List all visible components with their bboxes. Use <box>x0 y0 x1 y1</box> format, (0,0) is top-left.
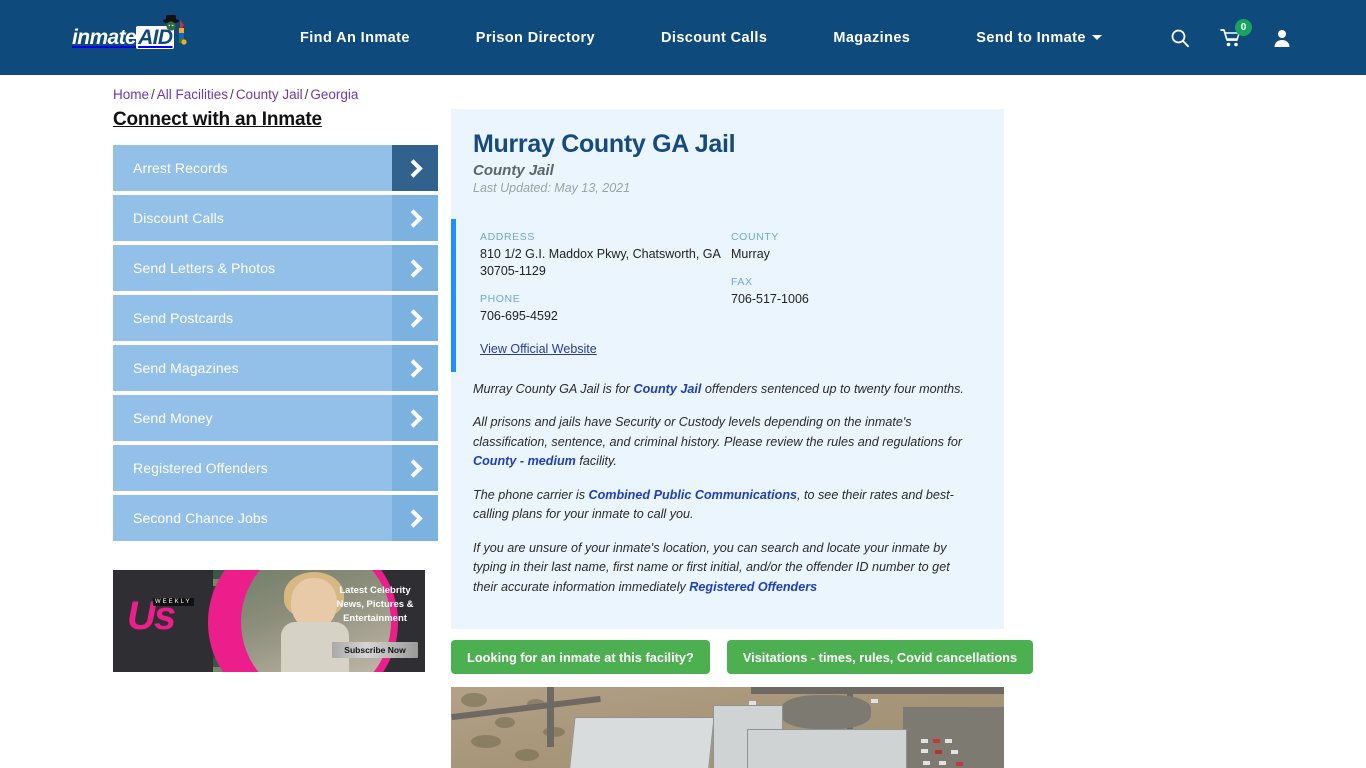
breadcrumb-separator-1: / <box>151 87 155 102</box>
desc-1-text-a: Murray County GA Jail is for <box>473 381 634 396</box>
breadcrumb-item-georgia[interactable]: Georgia <box>310 87 358 102</box>
sidebar-item-label: Arrest Records <box>133 160 228 176</box>
facility-details-block: ADDRESS 810 1/2 G.I. Maddox Pkwy, Chatsw… <box>451 219 1004 372</box>
sidebar-item-send-magazines[interactable]: Send Magazines <box>113 345 438 391</box>
sidebar-item-arrest-records[interactable]: Arrest Records <box>113 145 438 191</box>
user-account-icon[interactable] <box>1272 28 1292 48</box>
description-paragraph-4: If you are unsure of your inmate's locat… <box>473 539 974 598</box>
facility-aerial-photo <box>451 687 1004 768</box>
nav-item-prison-directory[interactable]: Prison Directory <box>443 29 628 47</box>
sidebar: Connect with an Inmate Arrest Records Di… <box>113 109 438 768</box>
sidebar-item-second-chance-jobs[interactable]: Second Chance Jobs <box>113 495 438 541</box>
nav-item-find-an-inmate[interactable]: Find An Inmate <box>267 29 443 47</box>
ad-headline: Latest Celebrity News, Pictures & Entert… <box>336 585 414 624</box>
chevron-right-icon <box>392 295 438 341</box>
nav-link-prison-directory[interactable]: Prison Directory <box>476 30 595 46</box>
facility-info-card: Murray County GA Jail County Jail Last U… <box>451 109 1004 630</box>
facility-details-right-column: COUNTY Murray FAX 706-517-1006 <box>731 231 982 358</box>
sidebar-item-label: Second Chance Jobs <box>133 510 268 526</box>
chevron-right-icon <box>392 345 438 391</box>
sidebar-item-registered-offenders[interactable]: Registered Offenders <box>113 445 438 491</box>
fax-value: 706-517-1006 <box>731 291 809 306</box>
breadcrumb: Home / All Facilities / County Jail / Georgia <box>0 75 1366 102</box>
shopping-cart-icon[interactable]: 0 <box>1220 18 1252 48</box>
desc-2-text-b: facility. <box>575 454 617 469</box>
desc-2-link-county-medium[interactable]: County - medium <box>473 454 576 468</box>
search-icon[interactable] <box>1170 28 1190 48</box>
sidebar-item-label: Registered Offenders <box>133 460 268 476</box>
nav-link-magazines[interactable]: Magazines <box>833 30 910 46</box>
desc-4-link-registered-offenders[interactable]: Registered Offenders <box>689 580 817 594</box>
cart-count-badge: 0 <box>1235 18 1252 36</box>
nav-link-discount-calls[interactable]: Discount Calls <box>661 30 767 46</box>
breadcrumb-item-county-jail[interactable]: County Jail <box>236 87 303 102</box>
chevron-right-icon <box>392 495 438 541</box>
sidebar-title: Connect with an Inmate <box>113 109 322 130</box>
cta-button-row: Looking for an inmate at this facility? … <box>451 640 1034 675</box>
nav-link-find-an-inmate[interactable]: Find An Inmate <box>300 30 410 46</box>
sidebar-item-discount-calls[interactable]: Discount Calls <box>113 195 438 241</box>
primary-nav-links: Find An Inmate Prison Directory Discount… <box>267 29 1170 47</box>
chevron-right-icon <box>392 445 438 491</box>
chevron-right-icon <box>392 245 438 291</box>
sidebar-item-send-postcards[interactable]: Send Postcards <box>113 295 438 341</box>
sidebar-item-label: Discount Calls <box>133 210 224 226</box>
page-body: Home / All Facilities / County Jail / Georgia … <box>0 75 1366 768</box>
page-title: Murray County GA Jail <box>473 130 736 158</box>
desc-1-link-county-jail[interactable]: County Jail <box>634 382 702 396</box>
chevron-right-icon <box>392 395 438 441</box>
sidebar-item-label: Send Postcards <box>133 310 234 326</box>
sidebar-item-label: Send Money <box>133 410 213 426</box>
visitations-button[interactable]: Visitations - times, rules, Covid cancel… <box>726 640 1034 675</box>
chevron-down-icon <box>1091 35 1102 41</box>
breadcrumb-item-home[interactable]: Home <box>113 87 149 102</box>
fax-group: FAX 706-517-1006 <box>731 276 982 308</box>
advertisement-banner[interactable]: Us WEEKLY Latest Celebrity News, Picture… <box>113 570 425 672</box>
facility-type: County Jail <box>473 162 554 179</box>
county-group: COUNTY Murray <box>731 231 982 263</box>
sidebar-item-label: Send Magazines <box>133 360 239 376</box>
address-value: 810 1/2 G.I. Maddox Pkwy, Chatsworth, GA… <box>480 247 721 278</box>
desc-3-link-phone-carrier[interactable]: Combined Public Communications <box>589 488 798 502</box>
looking-for-inmate-button[interactable]: Looking for an inmate at this facility? <box>451 640 710 675</box>
description-paragraph-3: The phone carrier is Combined Public Com… <box>473 486 974 525</box>
desc-2-text-a: All prisons and jails have Security or C… <box>473 415 963 449</box>
sidebar-item-send-letters-photos[interactable]: Send Letters & Photos <box>113 245 438 291</box>
sidebar-item-label: Send Letters & Photos <box>133 260 276 276</box>
nav-link-send-to-inmate[interactable]: Send to Inmate <box>976 30 1102 46</box>
nav-item-send-to-inmate[interactable]: Send to Inmate <box>943 29 1135 47</box>
fax-label: FAX <box>731 275 753 288</box>
facility-description: Murray County GA Jail is for County Jail… <box>451 372 1004 598</box>
nav-item-magazines[interactable]: Magazines <box>800 29 943 47</box>
phone-group: PHONE 706-695-4592 <box>480 293 731 325</box>
navbar-icon-group: 0 <box>1170 18 1366 48</box>
desc-1-text-b: offenders sentenced up to twenty four mo… <box>701 381 964 396</box>
county-value: Murray <box>731 247 770 261</box>
phone-value: 706-695-4592 <box>480 308 558 323</box>
breadcrumb-item-all-facilities[interactable]: All Facilities <box>157 87 228 102</box>
breadcrumb-separator-2: / <box>230 87 234 102</box>
chevron-right-icon <box>392 195 438 241</box>
top-navigation-bar: inmateAID Find An Inmate Prison Director… <box>0 0 1366 75</box>
ad-brand-sub: WEEKLY <box>153 598 194 606</box>
ad-subscribe-button[interactable]: Subscribe Now <box>332 642 418 658</box>
desc-3-text-a: The phone carrier is <box>473 487 589 502</box>
facility-details-left-column: ADDRESS 810 1/2 G.I. Maddox Pkwy, Chatsw… <box>480 231 731 358</box>
description-paragraph-1: Murray County GA Jail is for County Jail… <box>473 380 974 400</box>
nav-item-discount-calls[interactable]: Discount Calls <box>628 29 800 47</box>
description-paragraph-2: All prisons and jails have Security or C… <box>473 413 974 472</box>
sidebar-item-send-money[interactable]: Send Money <box>113 395 438 441</box>
address-group: ADDRESS 810 1/2 G.I. Maddox Pkwy, Chatsw… <box>480 231 731 280</box>
address-label: ADDRESS <box>480 231 535 243</box>
inmate-aid-mascot-icon <box>156 14 190 48</box>
site-logo[interactable]: inmateAID <box>72 14 192 58</box>
main-content: Murray County GA Jail County Jail Last U… <box>451 109 1034 768</box>
send-to-inmate-label: Send to Inmate <box>976 29 1086 46</box>
last-updated-text: Last Updated: May 13, 2021 <box>473 181 631 195</box>
phone-label: PHONE <box>480 292 521 305</box>
view-official-website-link[interactable]: View Official Website <box>480 342 597 356</box>
chevron-right-icon <box>392 145 438 191</box>
county-label: COUNTY <box>731 231 779 243</box>
